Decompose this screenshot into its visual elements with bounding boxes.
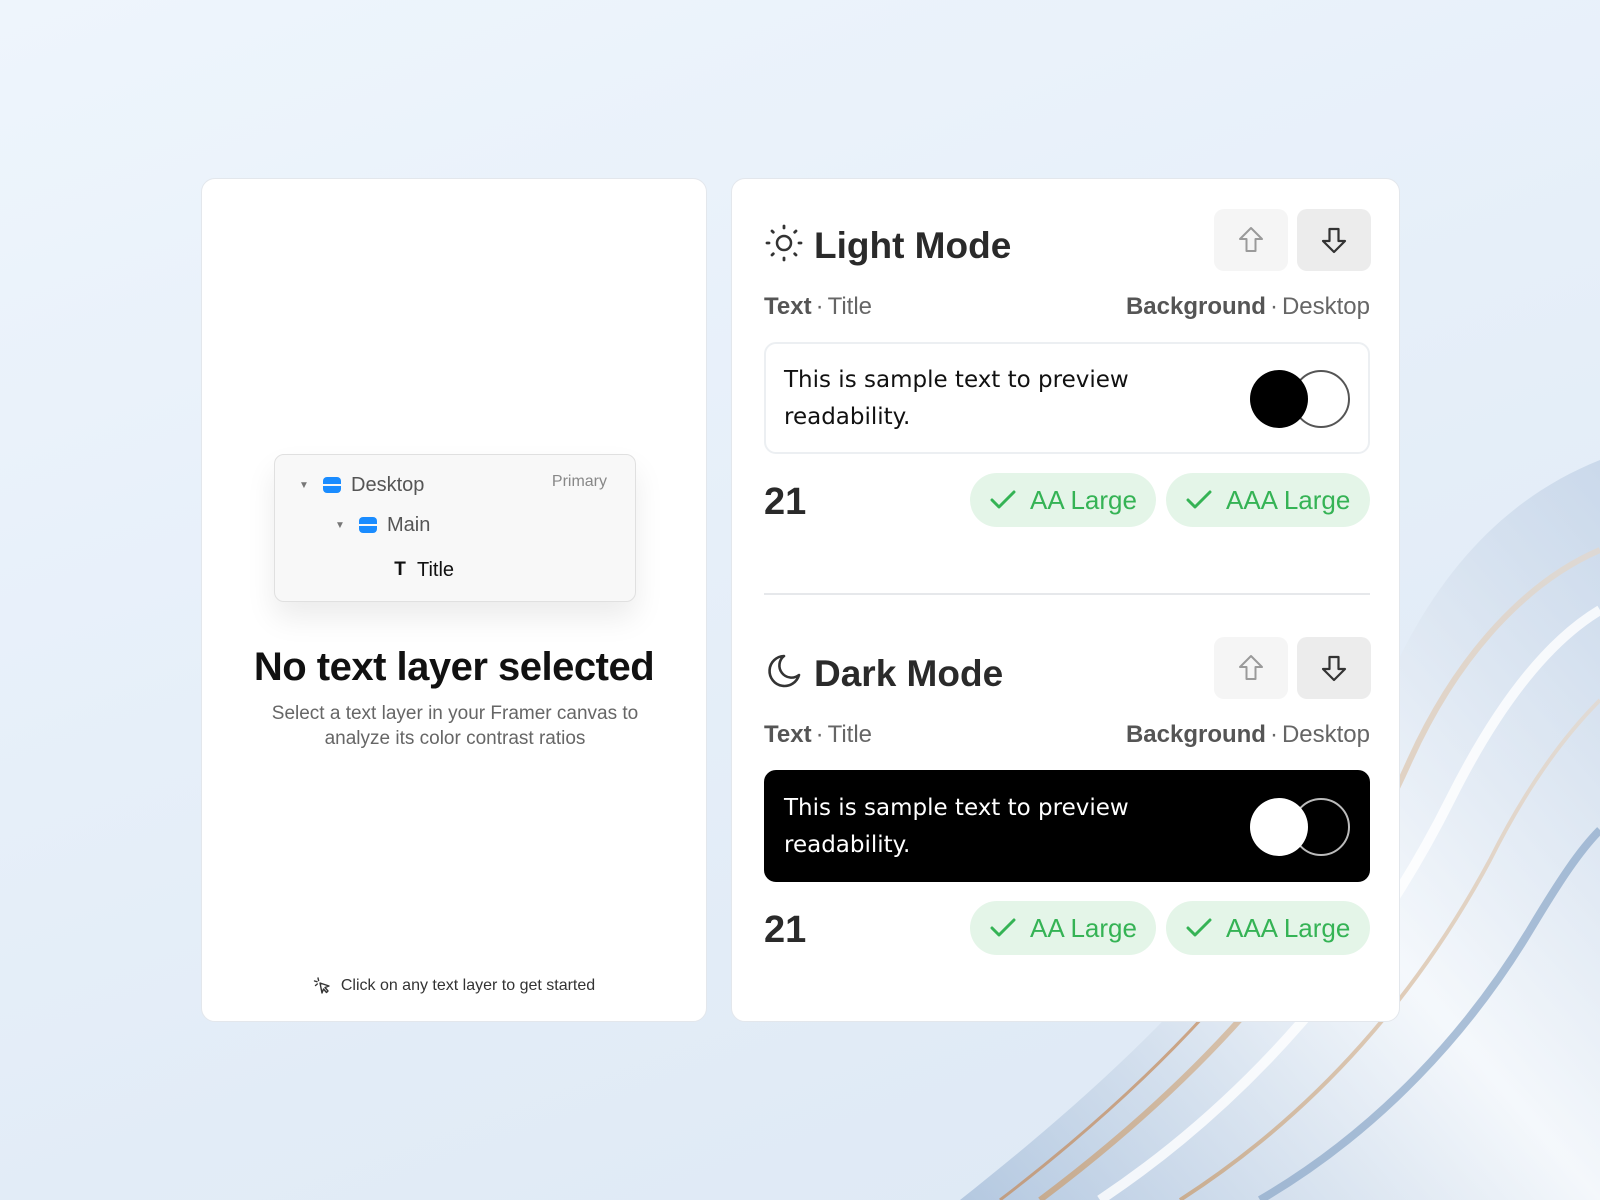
- dark-mode-title: Dark Mode: [814, 653, 1004, 694]
- text-layer-icon: T: [394, 559, 406, 580]
- hint-text: Click on any text layer to get started: [340, 977, 596, 994]
- arrow-up-icon: [1239, 227, 1263, 252]
- tree-row-desktop: ▼ Desktop: [299, 471, 424, 499]
- toggle-knob: [1250, 370, 1308, 428]
- moon-icon: [768, 654, 801, 688]
- background-source: Background · Desktop: [1125, 721, 1370, 748]
- dark-preview-box: This is sample text to preview readabili…: [764, 770, 1370, 882]
- tree-label-desktop: Desktop: [351, 473, 425, 496]
- light-preview-box: This is sample text to preview readabili…: [764, 342, 1370, 454]
- section-divider: [764, 593, 1370, 595]
- tree-label-title: Title: [417, 558, 455, 581]
- arrow-down-icon: [1321, 227, 1347, 254]
- preview-text: This is sample text to preview readabili…: [784, 367, 1129, 430]
- check-icon: [1186, 490, 1212, 509]
- move-down-button[interactable]: [1297, 209, 1371, 271]
- light-score-row: 21 AA Large AAA Large: [764, 473, 1370, 529]
- contrast-ratio: 21: [764, 909, 807, 951]
- frame-icon: [323, 477, 341, 493]
- light-mode-section: Light Mode Text · Title Background · Desktop…: [764, 209, 1371, 527]
- toggle-knob: [1250, 798, 1308, 856]
- check-icon: [990, 490, 1016, 509]
- contrast-ratio: 21: [764, 481, 807, 523]
- frame-icon: [359, 517, 377, 533]
- check-icon: [990, 918, 1016, 937]
- arrow-down-icon: [1321, 655, 1347, 682]
- preview-text: This is sample text to preview readabili…: [784, 795, 1129, 858]
- layer-tree-illustration: ▼ Desktop Primary ▼ Main T Title: [274, 454, 636, 602]
- move-up-button[interactable]: [1214, 209, 1288, 271]
- cursor-click-icon: [313, 977, 330, 994]
- primary-tag: Primary: [551, 473, 607, 490]
- tree-label-main: Main: [387, 513, 431, 536]
- empty-state-title: No text layer selected: [253, 645, 655, 689]
- aaa-large-badge: AAA Large: [1166, 901, 1370, 955]
- aa-large-badge: AA Large: [970, 901, 1156, 955]
- dark-mode-section: Dark Mode Text · Title Background · Desktop …: [764, 637, 1371, 955]
- arrow-up-icon: [1239, 655, 1263, 680]
- aaa-large-badge: AAA Large: [1166, 473, 1370, 527]
- tree-row-main: ▼ Main: [335, 511, 430, 539]
- dark-meta-row: Text · Title Background · Desktop: [764, 721, 1370, 749]
- dark-score-row: 21 AA Large AAA Large: [764, 901, 1370, 957]
- move-down-button[interactable]: [1297, 637, 1371, 699]
- light-mode-title: Light Mode: [814, 225, 1012, 266]
- empty-state-description: Select a text layer in your Framer canva…: [271, 703, 639, 749]
- chevron-down-icon: ▼: [335, 519, 345, 531]
- tree-row-title: T Title: [393, 556, 454, 584]
- swap-colors-toggle[interactable]: [1250, 370, 1350, 428]
- light-meta-row: Text · Title Background · Desktop: [764, 293, 1370, 321]
- background-source: Background · Desktop: [1125, 293, 1370, 320]
- hint: Click on any text layer to get started: [202, 976, 706, 996]
- layer-selection-panel: ▼ Desktop Primary ▼ Main T Title No text…: [201, 178, 707, 1022]
- swap-colors-toggle[interactable]: [1250, 798, 1350, 856]
- move-up-button[interactable]: [1214, 637, 1288, 699]
- text-source: Text · Title: [764, 293, 873, 320]
- sun-icon: [765, 224, 803, 262]
- contrast-panel: Light Mode Text · Title Background · Desktop…: [731, 178, 1400, 1022]
- chevron-down-icon: ▼: [299, 479, 309, 491]
- aa-large-badge: AA Large: [970, 473, 1156, 527]
- text-source: Text · Title: [764, 721, 873, 748]
- check-icon: [1186, 918, 1212, 937]
